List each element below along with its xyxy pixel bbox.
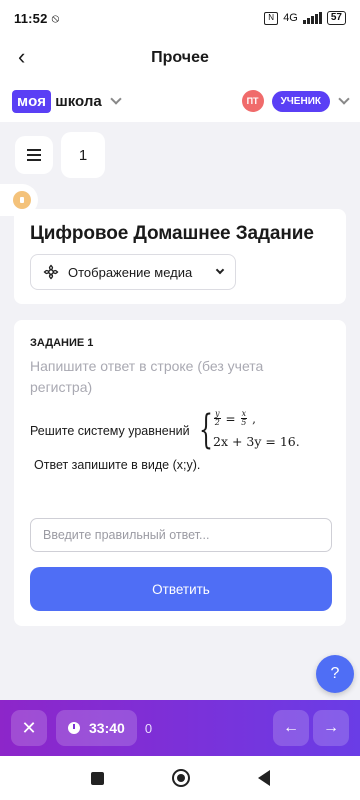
user-menu[interactable]: ПТ УЧЕНИК xyxy=(241,90,350,112)
network-type: 4G xyxy=(283,12,298,24)
user-chevron-down-icon[interactable] xyxy=(338,93,350,105)
status-icons: N 4G 57 xyxy=(264,11,346,25)
arrow-right-icon: → xyxy=(323,719,339,736)
menu-button[interactable] xyxy=(15,136,53,174)
task-title: ЗАДАНИЕ 1 xyxy=(30,337,94,349)
equation-system: { y2 = x5 , 2x + 3y = 16. xyxy=(199,408,339,454)
back-icon[interactable] xyxy=(257,770,270,786)
status-bar: 11:52 ⦸ N 4G 57 xyxy=(0,0,360,36)
next-task-button[interactable]: → xyxy=(313,710,349,746)
brand-logo-moya[interactable]: моя xyxy=(12,89,52,113)
homework-card: Цифровое Домашнее Задание Отображение ме… xyxy=(14,209,346,304)
media-display-button[interactable]: Отображение медиа xyxy=(30,254,236,290)
hamburger-icon xyxy=(27,149,41,151)
page-title: Прочее xyxy=(151,49,209,66)
task-hint: Напишите ответ в строке (без учета регис… xyxy=(30,358,264,395)
help-button[interactable]: ? xyxy=(316,655,354,693)
home-icon[interactable] xyxy=(171,769,190,787)
back-arrow-icon[interactable]: ‹ xyxy=(18,46,25,68)
recent-apps-icon[interactable] xyxy=(90,771,104,785)
close-icon: ✕ xyxy=(21,717,37,738)
system-navigation-bar xyxy=(0,756,360,800)
nfc-icon: N xyxy=(264,11,279,25)
media-display-label: Отображение медиа xyxy=(68,264,193,280)
flower-icon xyxy=(43,264,59,280)
bottom-bar: ✕ 33:40 0 ← → xyxy=(0,700,360,756)
status-time: 11:52 xyxy=(14,10,48,26)
bulb-icon[interactable] xyxy=(13,191,31,209)
left-brace: { xyxy=(199,407,213,453)
brand-bar: моя школа ПТ УЧЕНИК xyxy=(0,80,360,122)
brand-chevron-down-icon[interactable] xyxy=(110,93,122,105)
brand-logo-shkola[interactable]: школа xyxy=(55,93,101,110)
answer-input[interactable] xyxy=(30,518,332,552)
app-header: ‹ Прочее xyxy=(0,36,360,80)
task-navigation: ← → xyxy=(273,710,349,746)
task-card: ЗАДАНИЕ 1 Напишите ответ в строке (без у… xyxy=(14,320,346,626)
signal-icon xyxy=(302,12,322,24)
page-number-button[interactable]: 1 xyxy=(61,132,105,178)
timer-icon xyxy=(68,722,80,734)
close-button[interactable]: ✕ xyxy=(11,710,47,746)
submit-answer-button[interactable]: Ответить xyxy=(30,567,332,611)
equation-2: 2x + 3y = 16. xyxy=(213,434,300,449)
equation-1: y2 = x5 , xyxy=(214,409,256,427)
chevron-down-icon xyxy=(215,265,225,275)
role-badge[interactable]: УЧЕНИК xyxy=(271,90,330,112)
homework-title: Цифровое Домашнее Задание xyxy=(30,223,314,244)
timer: 33:40 xyxy=(56,710,137,746)
question-lead: Решите систему уравнений xyxy=(30,424,190,438)
arrow-left-icon: ← xyxy=(283,719,299,736)
battery-icon: 57 xyxy=(326,11,346,25)
timer-value: 33:40 xyxy=(89,720,125,736)
question-tail: Ответ запишите в виде (x;y). xyxy=(34,458,201,472)
avatar[interactable]: ПТ xyxy=(241,90,264,112)
previous-task-button[interactable]: ← xyxy=(273,710,309,746)
answered-counter: 0 xyxy=(144,720,153,736)
do-not-disturb-icon: ⦸ xyxy=(51,10,60,25)
